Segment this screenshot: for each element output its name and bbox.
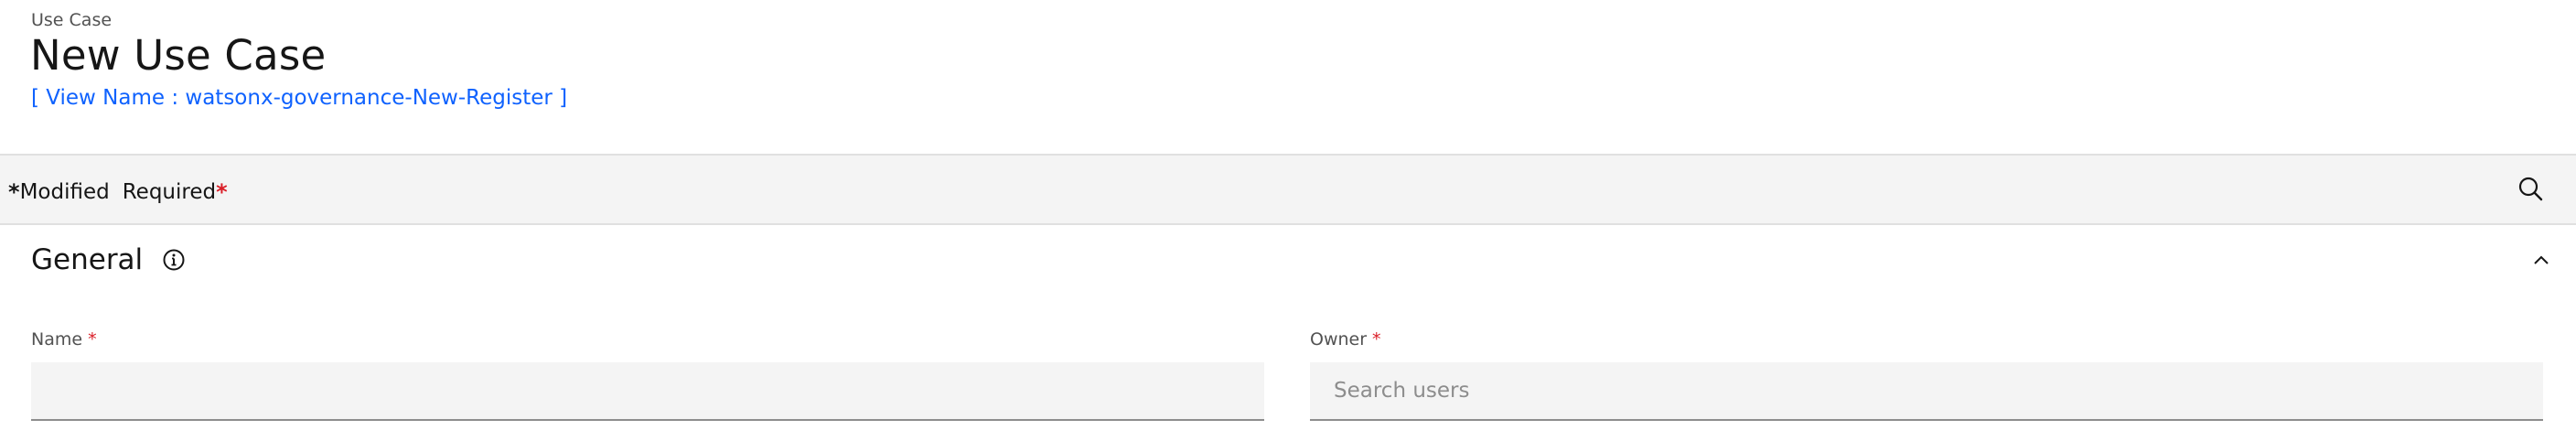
name-label-text: Name [31, 329, 83, 350]
modified-label: Modified [19, 180, 110, 204]
view-name-link[interactable]: [ View Name : watsonx-governance-New-Reg… [31, 86, 567, 110]
search-icon [2518, 177, 2543, 201]
chevron-up-icon[interactable] [2528, 247, 2554, 273]
owner-search-input[interactable] [1310, 362, 2543, 421]
owner-required-mark: * [1372, 329, 1381, 350]
name-input[interactable] [31, 362, 1264, 421]
owner-label-text: Owner [1310, 329, 1368, 350]
modified-star: * [8, 179, 20, 205]
search-button[interactable] [2516, 174, 2547, 205]
page-title: New Use Case [30, 31, 327, 80]
required-star: * [216, 179, 228, 205]
section-title: General [31, 243, 144, 276]
owner-field-label: Owner * [1310, 329, 1381, 350]
page-header: Use Case New Use Case [ View Name : wats… [0, 0, 2576, 154]
info-icon[interactable] [161, 247, 187, 273]
breadcrumb[interactable]: Use Case [31, 10, 112, 30]
name-required-mark: * [88, 329, 97, 350]
form-toolbar: * Modified Required * [0, 154, 2576, 225]
name-field-label: Name * [31, 329, 97, 350]
general-section: General Name * Owner * [7, 225, 2569, 441]
field-legend: * Modified Required * [8, 179, 228, 205]
required-label: Required [122, 180, 217, 204]
